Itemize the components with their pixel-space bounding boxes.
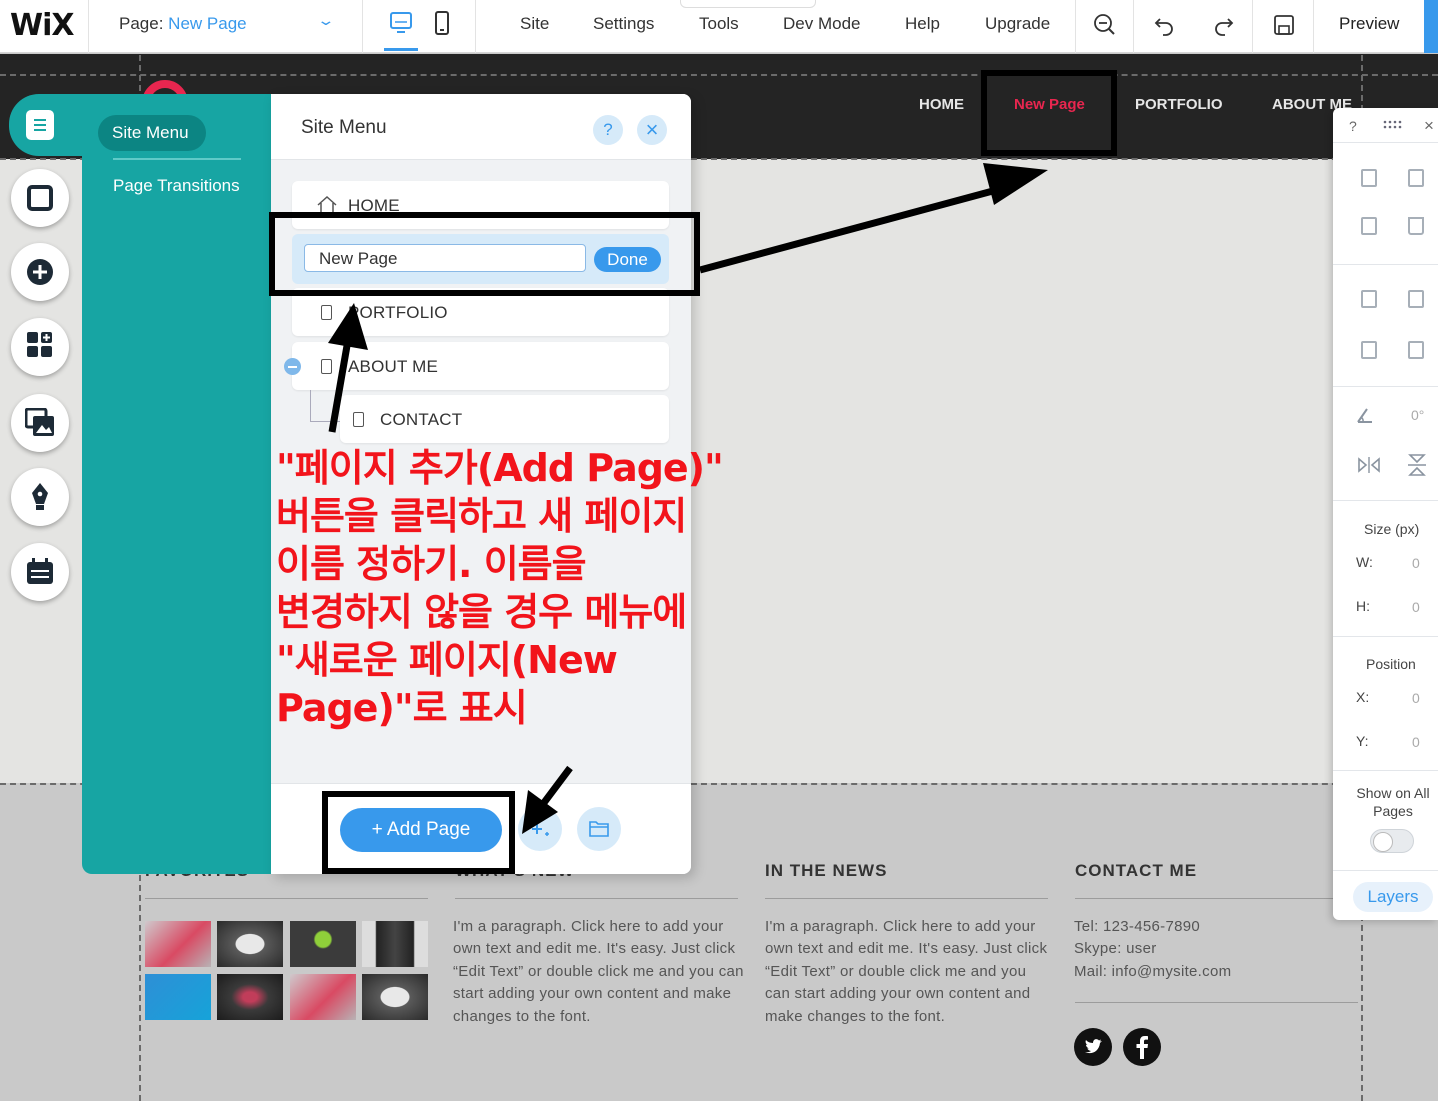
annotation-arrowhead — [328, 303, 368, 350]
annotation-text: "페이지 추가(Add Page)" 버튼을 클릭하고 새 페이지 이름 정하기… — [276, 446, 724, 730]
annotation-arrow — [328, 339, 352, 433]
annotation-arrow — [699, 181, 1016, 274]
annotation-arrowhead — [983, 163, 1048, 205]
annotation-arrow — [537, 765, 573, 811]
